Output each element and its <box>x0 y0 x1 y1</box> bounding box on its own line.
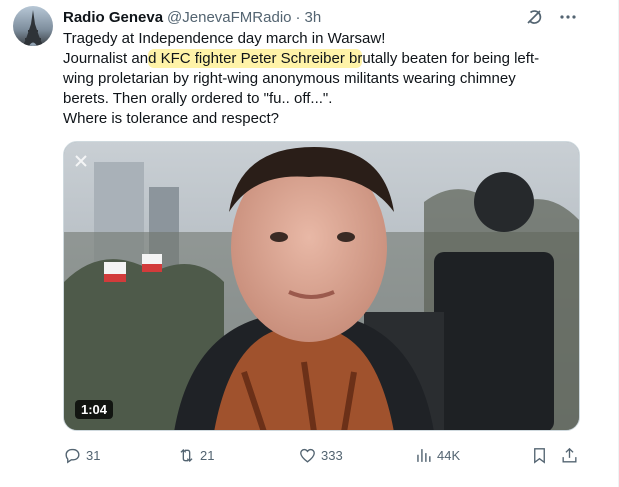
views-button[interactable]: 44K <box>414 443 460 467</box>
tweet-text-line: berets. Then orally ordered to "fu.. off… <box>63 90 333 107</box>
share-icon <box>562 447 577 463</box>
repost-button[interactable]: 21 <box>177 443 214 467</box>
highlighted-text: d KFC fighter Peter Schreiber br <box>148 49 363 68</box>
author-name[interactable]: Radio Geneva <box>63 9 163 26</box>
reply-count: 31 <box>86 447 101 463</box>
bookmark-icon <box>534 447 545 464</box>
like-button[interactable]: 333 <box>298 443 343 467</box>
timestamp[interactable]: 3h <box>305 9 322 26</box>
like-count: 333 <box>321 447 343 463</box>
tweet-text-line: Where is tolerance and respect? <box>63 110 279 127</box>
separator-dot: · <box>295 8 301 26</box>
tweet-text-segment: utally beaten for being left- <box>362 50 540 67</box>
tweet-card[interactable]: Radio Geneva @JenevaFMRadio · 3h Tragedy… <box>0 0 619 487</box>
video-duration: 1:04 <box>75 400 114 419</box>
tweet-text-segment: Journalist an <box>63 50 149 67</box>
share-button[interactable] <box>560 443 579 467</box>
video-player[interactable]: 1:04 <box>63 141 580 431</box>
tweet-text-line: Tragedy at Independence day march in War… <box>63 30 386 47</box>
tweet-top-icons <box>524 6 578 28</box>
like-icon <box>300 448 315 463</box>
author-handle[interactable]: @JenevaFMRadio <box>167 9 291 26</box>
video-thumbnail <box>64 142 579 430</box>
eiffel-tower-image <box>23 10 43 46</box>
avatar[interactable] <box>13 6 53 46</box>
reply-icon <box>65 448 80 463</box>
repost-icon <box>180 448 193 462</box>
tweet-text-line: wing proletarian by right-wing anonymous… <box>63 70 516 87</box>
views-icon <box>417 448 431 462</box>
reply-button[interactable]: 31 <box>63 443 100 467</box>
grok-icon[interactable] <box>524 7 544 27</box>
views-count: 44K <box>437 447 461 463</box>
tweet-text: Tragedy at Independence day march in War… <box>63 29 573 129</box>
tweet-text-line: Journalist and KFC fighter Peter Schreib… <box>63 49 573 69</box>
repost-count: 21 <box>200 447 215 463</box>
more-icon[interactable] <box>558 7 578 27</box>
bookmark-button[interactable] <box>530 443 549 467</box>
tweet-header: Radio Geneva @JenevaFMRadio · 3h <box>63 6 321 28</box>
tweet-actions: 31 21 333 44K <box>63 443 583 467</box>
